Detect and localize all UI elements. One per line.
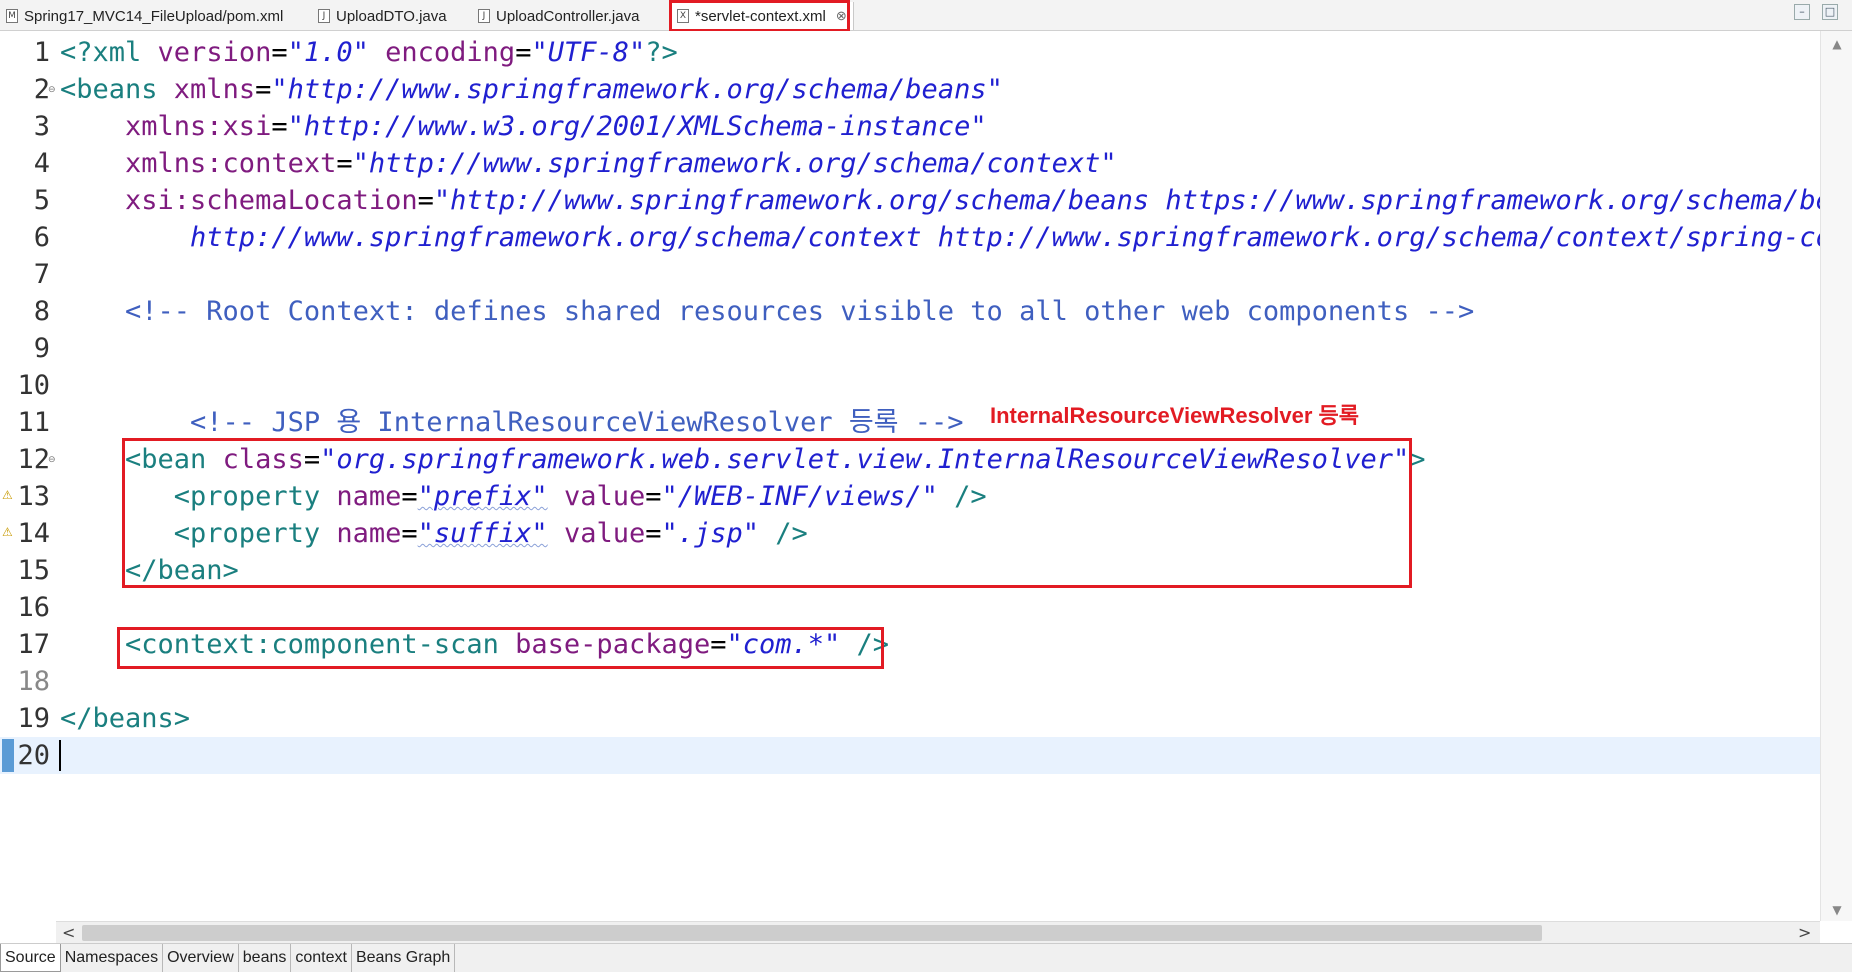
code-line: 10	[0, 367, 1820, 404]
code-line: 3 xmlns:xsi="http://www.w3.org/2001/XMLS…	[0, 108, 1820, 145]
line-number: 20	[17, 740, 50, 771]
code-text: <property name="suffix" value=".jsp" />	[60, 518, 808, 549]
code-line: 17 <context:component-scan base-package=…	[0, 626, 1820, 663]
java-file-icon: J	[478, 9, 490, 23]
tab-label: UploadDTO.java	[336, 7, 447, 25]
tab-beans-graph[interactable]: Beans Graph	[352, 944, 456, 972]
java-file-icon: J	[318, 9, 330, 23]
code-line: 4 xmlns:context="http://www.springframew…	[0, 145, 1820, 182]
line-number: 10	[17, 370, 50, 401]
code-line: 15 </bean>	[0, 552, 1820, 589]
code-line: 11 <!-- JSP 용 InternalResourceViewResolv…	[0, 404, 1820, 441]
line-number: 11	[17, 407, 50, 438]
maximize-button[interactable]: □	[1822, 4, 1838, 20]
tab-uploaddto-java[interactable]: J UploadDTO.java	[318, 2, 447, 30]
code-text: xmlns:context="http://www.springframewor…	[60, 148, 1117, 179]
line-number: 9	[33, 333, 50, 364]
tab-context[interactable]: context	[291, 944, 352, 972]
tab-uploadcontroller-java[interactable]: J UploadController.java	[478, 2, 639, 30]
line-number: 19	[17, 703, 50, 734]
code-line: 2 ⊖ <beans xmlns="http://www.springframe…	[0, 71, 1820, 108]
line-number: 18	[17, 666, 50, 697]
xml-file-icon: M	[6, 9, 18, 23]
text-caret	[59, 740, 61, 771]
code-editor[interactable]: 1 <?xml version="1.0" encoding="UTF-8"?>…	[0, 31, 1820, 921]
minimize-button[interactable]: –	[1794, 4, 1810, 20]
line-number: 1	[33, 37, 50, 68]
code-text: <property name="prefix" value="/WEB-INF/…	[60, 481, 987, 512]
horizontal-scroll-thumb[interactable]	[82, 925, 1542, 941]
code-line: 8 <!-- Root Context: defines shared reso…	[0, 293, 1820, 330]
line-number: 12	[17, 444, 50, 475]
tab-pom-xml[interactable]: M Spring17_MVC14_FileUpload/pom.xml	[6, 2, 283, 30]
code-text: <context:component-scan base-package="co…	[60, 629, 890, 660]
xml-file-icon: X	[677, 9, 689, 23]
editor-mode-tabs: Source Namespaces Overview beans context…	[0, 943, 1852, 972]
code-line: 16	[0, 589, 1820, 626]
fold-collapse-icon[interactable]: ⊖	[48, 85, 56, 95]
line-number: 6	[33, 222, 50, 253]
fold-collapse-icon[interactable]: ⊖	[48, 455, 56, 465]
code-text: <!-- JSP 용 InternalResourceViewResolver …	[60, 407, 964, 438]
line-number: 3	[33, 111, 50, 142]
tab-label: *servlet-context.xml	[695, 7, 826, 25]
code-line: 9	[0, 330, 1820, 367]
tab-beans[interactable]: beans	[239, 944, 292, 972]
line-number: 17	[17, 629, 50, 660]
scroll-right-icon[interactable]: >	[1798, 923, 1811, 942]
line-number: 13	[17, 481, 50, 512]
current-code-line[interactable]: 20	[0, 737, 1820, 774]
line-number: 2	[33, 74, 50, 105]
code-line: 18	[0, 663, 1820, 700]
code-text: xsi:schemaLocation="http://www.springfra…	[60, 185, 1820, 216]
code-line: ⚠ 13 <property name="prefix" value="/WEB…	[0, 478, 1820, 515]
editor-tab-bar: M Spring17_MVC14_FileUpload/pom.xml J Up…	[0, 0, 1852, 31]
code-line: ⚠ 14 <property name="suffix" value=".jsp…	[0, 515, 1820, 552]
code-text: xmlns:xsi="http://www.w3.org/2001/XMLSch…	[60, 111, 987, 142]
code-line: 5 xsi:schemaLocation="http://www.springf…	[0, 182, 1820, 219]
code-text: <bean class="org.springframework.web.ser…	[60, 444, 1426, 475]
tab-source[interactable]: Source	[0, 944, 61, 972]
scroll-left-icon[interactable]: <	[62, 923, 75, 942]
line-number: 16	[17, 592, 50, 623]
line-number: 7	[33, 259, 50, 290]
code-text: http://www.springframework.org/schema/co…	[60, 222, 1820, 253]
scroll-down-icon[interactable]: ▼	[1821, 903, 1852, 917]
tab-namespaces[interactable]: Namespaces	[61, 944, 164, 972]
close-icon[interactable]: ⊗	[836, 8, 847, 24]
vertical-scrollbar[interactable]: ▲ ▼	[1820, 31, 1852, 921]
line-number: 5	[33, 185, 50, 216]
line-number: 14	[17, 518, 50, 549]
line-number: 15	[17, 555, 50, 586]
tab-servlet-context-xml[interactable]: X *servlet-context.xml ⊗	[670, 2, 854, 30]
line-number: 8	[33, 296, 50, 327]
tab-overview[interactable]: Overview	[163, 944, 239, 972]
code-text: <beans xmlns="http://www.springframework…	[60, 74, 1003, 105]
code-line: 19 </beans>	[0, 700, 1820, 737]
scroll-up-icon[interactable]: ▲	[1821, 37, 1852, 51]
annotation-label: InternalResourceViewResolver 등록	[990, 403, 1359, 428]
code-text: </beans>	[60, 703, 191, 734]
code-text: </bean>	[60, 555, 239, 586]
tab-label: UploadController.java	[496, 7, 640, 25]
tab-label: Spring17_MVC14_FileUpload/pom.xml	[24, 7, 284, 25]
code-line: 12 ⊖ <bean class="org.springframework.we…	[0, 441, 1820, 478]
code-line: 6 http://www.springframework.org/schema/…	[0, 219, 1820, 256]
code-line: 7	[0, 256, 1820, 293]
horizontal-scrollbar[interactable]: < >	[56, 921, 1820, 943]
code-text: <!-- Root Context: defines shared resour…	[60, 296, 1475, 327]
line-number: 4	[33, 148, 50, 179]
window-buttons: – □	[1794, 4, 1838, 20]
code-text: <?xml version="1.0" encoding="UTF-8"?>	[60, 37, 678, 68]
code-line: 1 <?xml version="1.0" encoding="UTF-8"?>	[0, 34, 1820, 71]
